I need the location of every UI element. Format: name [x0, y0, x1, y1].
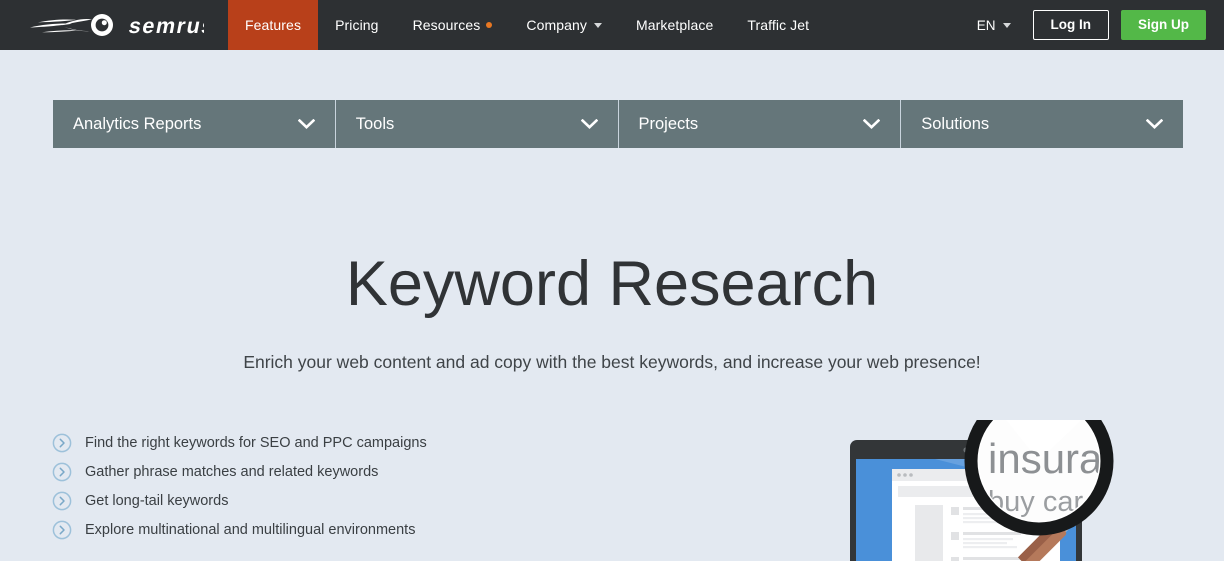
nav-label: Resources: [412, 17, 481, 33]
top-header-bar: semrush Features Pricing Resources Compa…: [0, 0, 1224, 50]
signup-button[interactable]: Sign Up: [1121, 10, 1206, 40]
tablet-with-magnifying-glass-icon: insura buy car onl: [850, 420, 1130, 561]
chevron-right-circle-icon: [52, 462, 72, 481]
subnav-label: Projects: [638, 114, 699, 133]
chevron-right-circle-icon: [52, 520, 72, 539]
chevron-down-icon: [297, 118, 315, 129]
list-item-label: Gather phrase matches and related keywor…: [85, 463, 379, 480]
svg-text:semrush: semrush: [127, 13, 204, 38]
feature-bullet-list: Find the right keywords for SEO and PPC …: [52, 428, 572, 544]
page-subtitle: Enrich your web content and ad copy with…: [243, 352, 981, 372]
magnified-keyword-primary: insura: [988, 435, 1103, 482]
list-item[interactable]: Gather phrase matches and related keywor…: [52, 457, 572, 486]
nav-item-company[interactable]: Company: [509, 0, 619, 50]
magnified-keyword-secondary: buy car onl: [988, 486, 1130, 518]
chevron-down-icon: [863, 118, 881, 129]
chevron-down-icon: [1146, 118, 1163, 129]
chevron-down-icon: [580, 118, 598, 129]
nav-item-traffic-jet[interactable]: Traffic Jet: [730, 0, 826, 50]
subnav-item-projects[interactable]: Projects: [619, 100, 902, 148]
caret-down-icon: [594, 22, 603, 28]
login-button[interactable]: Log In: [1032, 10, 1109, 40]
subnav-label: Tools: [355, 114, 395, 133]
language-label: EN: [976, 17, 996, 33]
nav-label: Traffic Jet: [747, 17, 810, 33]
hero-illustration: insura buy car onl: [840, 420, 1224, 561]
caret-down-icon: [1002, 22, 1011, 28]
chevron-right-circle-icon: [52, 491, 72, 510]
nav-label: Features: [245, 17, 302, 33]
subnav-item-solutions[interactable]: Solutions: [901, 100, 1183, 148]
nav-item-pricing[interactable]: Pricing: [318, 0, 396, 50]
semrush-comet-logo-icon: semrush: [30, 13, 204, 38]
secondary-dropdown-bar: Analytics Reports Tools Projects Solutio…: [53, 100, 1183, 148]
nav-label: Marketplace: [636, 17, 714, 33]
semrush-logo[interactable]: semrush: [0, 0, 228, 50]
subnav-item-analytics-reports[interactable]: Analytics Reports: [53, 100, 336, 148]
list-item[interactable]: Explore multinational and multilingual e…: [52, 515, 572, 544]
nav-item-resources[interactable]: Resources: [396, 0, 510, 50]
page-title: Keyword Research: [345, 249, 879, 319]
subnav-label: Solutions: [921, 114, 990, 133]
list-item-label: Explore multinational and multilingual e…: [85, 521, 416, 538]
list-item[interactable]: Get long-tail keywords: [52, 486, 572, 515]
notification-dot-icon: [486, 22, 493, 28]
header-actions: EN Log In Sign Up: [977, 0, 1224, 50]
chevron-right-circle-icon: [52, 433, 72, 452]
nav-item-features[interactable]: Features: [228, 0, 319, 50]
subnav-label: Analytics Reports: [73, 114, 202, 133]
list-item-label: Get long-tail keywords: [85, 492, 229, 509]
list-item-label: Find the right keywords for SEO and PPC …: [85, 434, 427, 451]
nav-item-marketplace[interactable]: Marketplace: [619, 0, 730, 50]
nav-label: Company: [526, 17, 588, 33]
nav-label: Pricing: [335, 17, 379, 33]
main-navigation: Features Pricing Resources Company Marke…: [228, 0, 977, 50]
list-item[interactable]: Find the right keywords for SEO and PPC …: [52, 428, 572, 457]
language-selector[interactable]: EN: [977, 18, 1011, 33]
subnav-item-tools[interactable]: Tools: [336, 100, 619, 148]
